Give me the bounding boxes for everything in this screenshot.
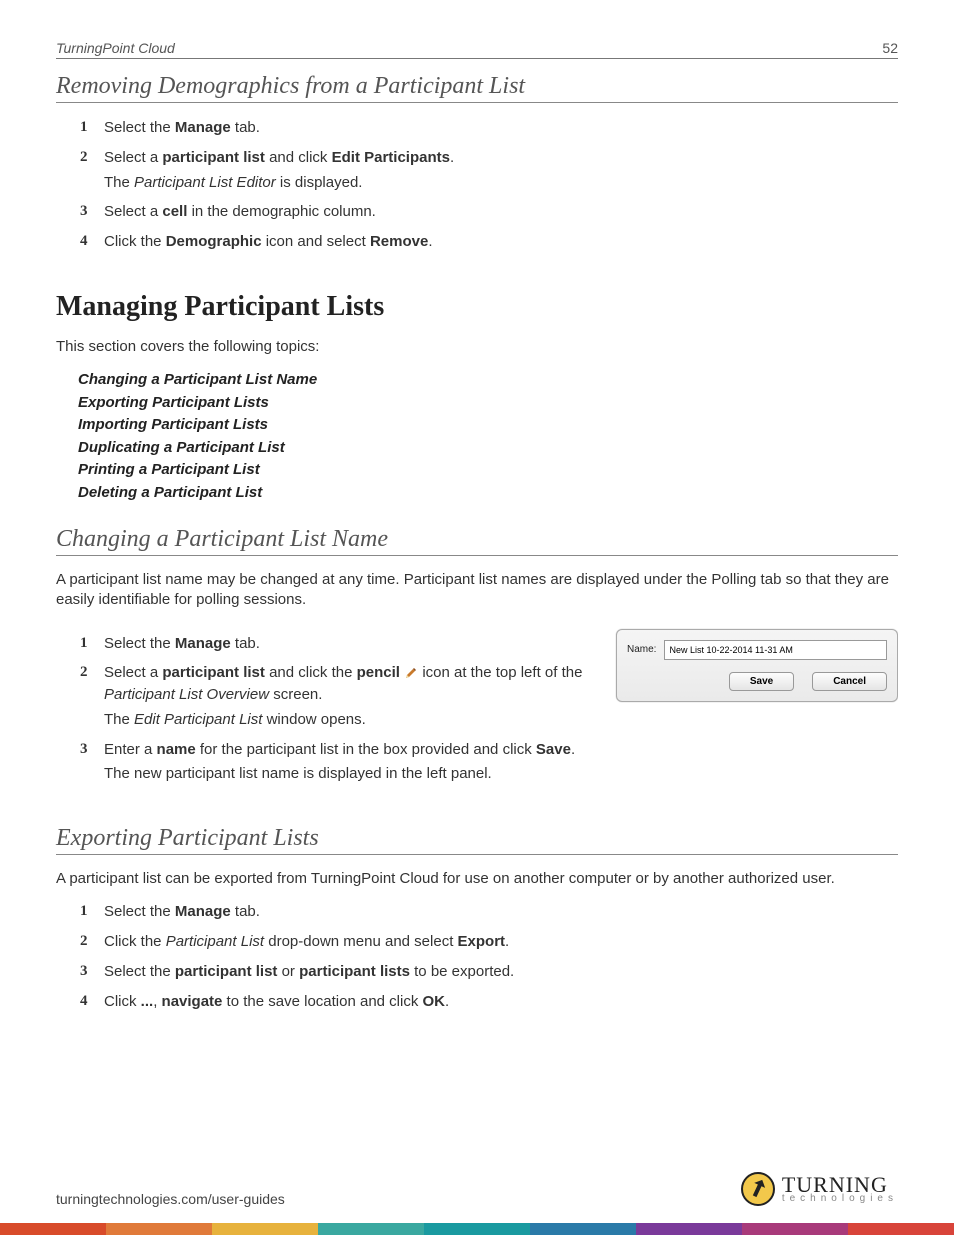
topic-list-item: Duplicating a Participant List xyxy=(78,437,898,460)
logo-mark-icon xyxy=(740,1171,776,1207)
step-number: 3 xyxy=(80,739,88,761)
step-item: 1 Select the Manage tab. xyxy=(80,117,898,139)
step-text: Click the Demographic icon and select Re… xyxy=(104,233,432,250)
step-subtext: The Edit Participant List window opens. xyxy=(104,709,598,731)
step-number: 3 xyxy=(80,961,88,983)
dialog-name-label: Name: xyxy=(627,644,656,655)
edit-participant-list-dialog: Name: Save Cancel xyxy=(616,629,898,702)
step-text: Select a participant list and click the … xyxy=(104,664,582,703)
step-item: 4 Click ..., navigate to the save locatio… xyxy=(80,991,898,1013)
step-item: 3 Select a cell in the demographic column… xyxy=(80,201,898,223)
footer-url: turningtechnologies.com/user-guides xyxy=(56,1191,285,1207)
step-subtext: The Participant List Editor is displayed… xyxy=(104,172,898,194)
dialog-name-input[interactable] xyxy=(664,640,887,660)
step-text: Enter a name for the participant list in… xyxy=(104,741,575,758)
step-text: Select the Manage tab. xyxy=(104,635,260,652)
topic-list-item: Importing Participant Lists xyxy=(78,414,898,437)
step-number: 2 xyxy=(80,662,88,684)
steps-changing-name: 1 Select the Manage tab. 2 Select a partici… xyxy=(56,633,598,786)
page-footer: turningtechnologies.com/user-guides TURN… xyxy=(56,1171,898,1207)
step-item: 2 Select a participant list and click Edi… xyxy=(80,147,898,194)
steps-removing-demographics: 1 Select the Manage tab. 2 Select a partici… xyxy=(56,117,898,253)
topic-list-item: Deleting a Participant List xyxy=(78,482,898,505)
section-title-changing-name: Changing a Participant List Name xyxy=(56,526,898,556)
page-number: 52 xyxy=(882,40,898,56)
section-intro-exporting: A participant list can be exported from … xyxy=(56,869,898,889)
product-name: TurningPoint Cloud xyxy=(56,40,175,56)
dialog-cancel-button[interactable]: Cancel xyxy=(812,672,887,691)
footer-rainbow-bar xyxy=(0,1223,954,1235)
step-item: 3 Select the participant list or particip… xyxy=(80,961,898,983)
step-item: 2 Click the Participant List drop-down me… xyxy=(80,931,898,953)
topic-list-item: Exporting Participant Lists xyxy=(78,392,898,415)
step-number: 1 xyxy=(80,633,88,655)
step-subtext: The new participant list name is display… xyxy=(104,763,598,785)
turning-technologies-logo: TURNING technologies xyxy=(740,1171,898,1207)
step-item: 1 Select the Manage tab. xyxy=(80,901,898,923)
step-number: 3 xyxy=(80,201,88,223)
step-number: 1 xyxy=(80,117,88,139)
pencil-icon xyxy=(404,666,418,680)
section-title-exporting: Exporting Participant Lists xyxy=(56,825,898,855)
step-number: 4 xyxy=(80,991,88,1013)
step-number: 4 xyxy=(80,231,88,253)
logo-text-sub: technologies xyxy=(782,1194,898,1203)
step-item: 2 Select a participant list and click the… xyxy=(80,662,598,730)
running-header: TurningPoint Cloud 52 xyxy=(56,40,898,59)
step-text: Select the participant list or participa… xyxy=(104,963,514,980)
dialog-save-button[interactable]: Save xyxy=(729,672,794,691)
section-intro-changing: A participant list name may be changed a… xyxy=(56,570,898,611)
step-item: 3 Enter a name for the participant list i… xyxy=(80,739,598,786)
step-number: 2 xyxy=(80,147,88,169)
step-text: Select a participant list and click Edit… xyxy=(104,149,454,166)
step-item: 1 Select the Manage tab. xyxy=(80,633,598,655)
step-item: 4 Click the Demographic icon and select R… xyxy=(80,231,898,253)
topic-list-item: Changing a Participant List Name xyxy=(78,369,898,392)
step-number: 1 xyxy=(80,901,88,923)
section-intro-managing: This section covers the following topics… xyxy=(56,337,898,357)
step-number: 2 xyxy=(80,931,88,953)
step-text: Select a cell in the demographic column. xyxy=(104,203,376,220)
section-title-managing-participant-lists: Managing Participant Lists xyxy=(56,291,898,323)
step-text: Click ..., navigate to the save location… xyxy=(104,993,449,1010)
steps-exporting: 1 Select the Manage tab. 2 Click the Partic… xyxy=(56,901,898,1012)
topic-list: Changing a Participant List NameExportin… xyxy=(56,369,898,504)
section-title-removing-demographics: Removing Demographics from a Participant… xyxy=(56,73,898,103)
topic-list-item: Printing a Participant List xyxy=(78,459,898,482)
step-text: Select the Manage tab. xyxy=(104,903,260,920)
step-text: Select the Manage tab. xyxy=(104,119,260,136)
step-text: Click the Participant List drop-down men… xyxy=(104,933,509,950)
